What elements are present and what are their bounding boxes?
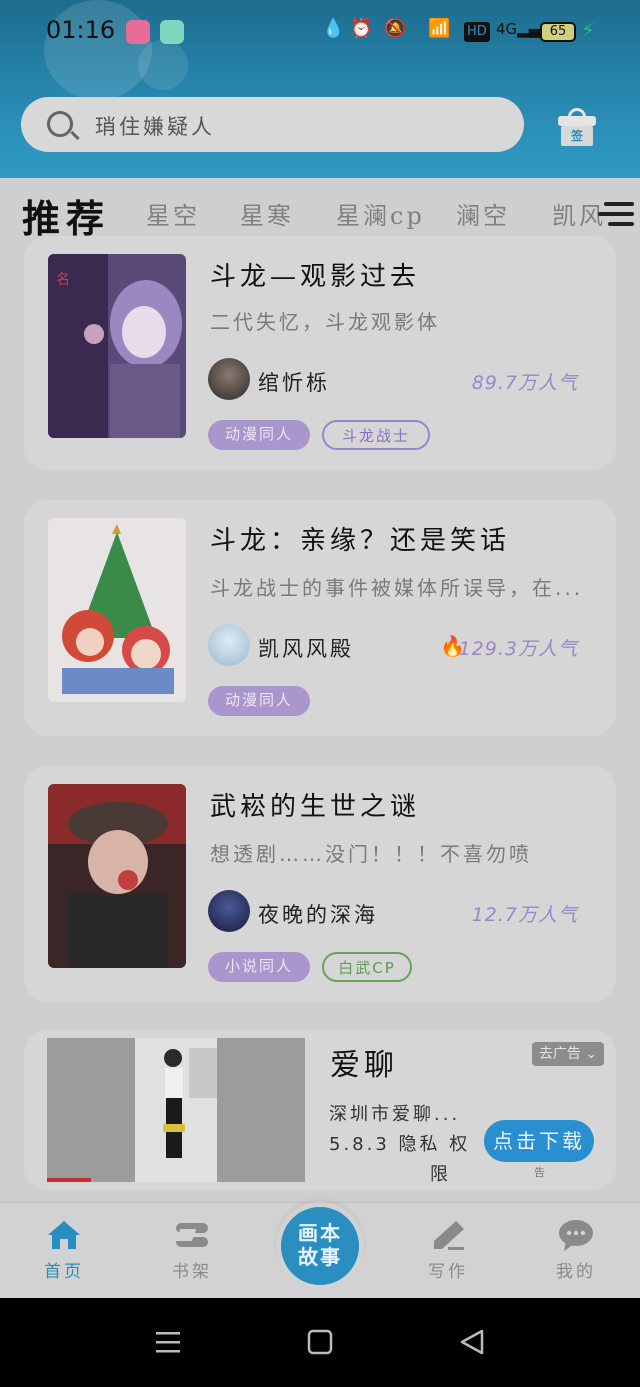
- ad-download-button[interactable]: 点击下载: [484, 1120, 594, 1162]
- author-name[interactable]: 绾忻栎: [258, 367, 330, 397]
- recent-apps-icon[interactable]: [154, 1328, 182, 1360]
- status-time: 01:16: [46, 16, 116, 44]
- charging-icon: ⚡: [581, 18, 596, 42]
- tab-xinghan[interactable]: 星寒: [240, 196, 294, 231]
- story-description: 想透剧……没门！！！不喜勿喷: [210, 842, 532, 866]
- mute-icon: 🔕: [384, 18, 407, 39]
- story-title[interactable]: 斗龙：亲缘？还是笑话: [210, 520, 510, 557]
- ad-version-privacy: 5.8.3 隐私 权: [329, 1134, 471, 1155]
- search-input[interactable]: 琑住嫌疑人: [21, 97, 524, 152]
- search-icon: [47, 111, 73, 137]
- tag-anime-fanfic[interactable]: 动漫同人: [208, 686, 310, 716]
- author-name[interactable]: 夜晚的深海: [258, 899, 378, 929]
- nav-home-label: 首页: [44, 1262, 84, 1282]
- home-square-icon[interactable]: [306, 1328, 334, 1360]
- avatar[interactable]: [208, 358, 250, 400]
- picture-story-line2: 故事: [298, 1245, 342, 1269]
- story-description: 斗龙战士的事件被媒体所误导，在...: [210, 576, 584, 600]
- tab-xingkong[interactable]: 星空: [146, 196, 200, 231]
- author-name[interactable]: 凯风风殿: [258, 633, 354, 663]
- tab-lankong[interactable]: 澜空: [456, 196, 510, 231]
- tag-doulong[interactable]: 斗龙战士: [322, 420, 430, 450]
- popularity-count: 89.7万人气: [471, 372, 578, 394]
- remove-ad-label: 去广告: [538, 1046, 581, 1062]
- story-card[interactable]: 名 斗龙—观影过去 二代失忆，斗龙观影体 绾忻栎 89.7万人气 动漫同人 斗龙…: [24, 236, 616, 470]
- story-title[interactable]: 武崧的生世之谜: [210, 786, 420, 823]
- chat-bubble-icon: [558, 1219, 594, 1251]
- tag-novel-fanfic[interactable]: 小说同人: [208, 952, 310, 982]
- ad-title: 爱聊: [330, 1048, 398, 1083]
- back-triangle-icon[interactable]: [458, 1328, 486, 1360]
- ad-permission: 限: [430, 1164, 451, 1185]
- checkin-gift-button[interactable]: 签: [558, 108, 596, 146]
- picture-story-button[interactable]: 画本 故事: [276, 1202, 364, 1290]
- tag-anime-fanfic[interactable]: 动漫同人: [208, 420, 310, 450]
- nav-home[interactable]: 首页: [34, 1219, 94, 1282]
- bookshelf-icon: [174, 1219, 210, 1251]
- ad-label: 告: [534, 1166, 545, 1179]
- story-cover[interactable]: [48, 518, 186, 702]
- bottom-navigation: 首页 书架 画本 故事 写作 我的: [0, 1202, 640, 1298]
- bilibili-icon: [126, 20, 150, 44]
- home-icon: [46, 1219, 82, 1251]
- tag-baiwu-cp[interactable]: 白武CP: [322, 952, 412, 982]
- story-cover[interactable]: [48, 784, 186, 968]
- ad-publisher: 深圳市爱聊...: [329, 1104, 461, 1125]
- nav-bookshelf-label: 书架: [172, 1262, 212, 1282]
- tab-recommend[interactable]: 推荐: [22, 188, 110, 243]
- story-description: 二代失忆，斗龙观影体: [210, 310, 440, 334]
- ad-card[interactable]: 爱聊 去广告 ⌄ 深圳市爱聊... 5.8.3 隐私 权 限 点击下载 告: [24, 1030, 616, 1190]
- chat-app-icon: [160, 20, 184, 44]
- chevron-down-icon: ⌄: [580, 1046, 598, 1062]
- story-card[interactable]: 武崧的生世之谜 想透剧……没门！！！不喜勿喷 夜晚的深海 12.7万人气 小说同…: [24, 766, 616, 1002]
- avatar[interactable]: [208, 624, 250, 666]
- water-drop-icon: 💧: [322, 18, 345, 39]
- alarm-icon: ⏰: [350, 18, 373, 39]
- category-menu-icon[interactable]: [598, 196, 634, 232]
- svg-text:名: 名: [56, 272, 70, 288]
- popularity-count: 12.7万人气: [471, 904, 578, 926]
- remove-ad-button[interactable]: 去广告 ⌄: [532, 1042, 604, 1066]
- hd-icon: HD: [464, 22, 490, 42]
- battery-icon: 65: [540, 22, 576, 42]
- picture-story-line1: 画本: [298, 1221, 342, 1245]
- system-navigation-bar: [0, 1298, 640, 1387]
- nav-write[interactable]: 写作: [418, 1219, 478, 1282]
- gift-lid: [558, 116, 596, 126]
- wifi-icon: 📶: [428, 18, 451, 39]
- nav-mine-label: 我的: [556, 1262, 596, 1282]
- avatar[interactable]: [208, 890, 250, 932]
- status-bar: 01:16 💧 ⏰ 🔕 📶 HD 4G▂▄▆ 65 ⚡: [0, 0, 640, 64]
- nav-write-label: 写作: [428, 1262, 468, 1282]
- search-placeholder: 琑住嫌疑人: [95, 115, 215, 139]
- gift-icon: 签: [561, 126, 593, 146]
- pencil-icon: [430, 1219, 466, 1251]
- popularity-count: 129.3万人气: [458, 638, 578, 660]
- story-title[interactable]: 斗龙—观影过去: [210, 256, 420, 293]
- nav-mine[interactable]: 我的: [546, 1219, 606, 1282]
- header: 01:16 💧 ⏰ 🔕 📶 HD 4G▂▄▆ 65 ⚡ 琑住嫌疑人 签: [0, 0, 640, 178]
- tab-xinglan-cp[interactable]: 星澜cp: [336, 196, 425, 231]
- story-cover[interactable]: 名: [48, 254, 186, 438]
- story-card[interactable]: 斗龙：亲缘？还是笑话 斗龙战士的事件被媒体所误导，在... 凯风风殿 🔥 129…: [24, 500, 616, 736]
- ad-image[interactable]: [47, 1038, 305, 1182]
- nav-bookshelf[interactable]: 书架: [162, 1219, 222, 1282]
